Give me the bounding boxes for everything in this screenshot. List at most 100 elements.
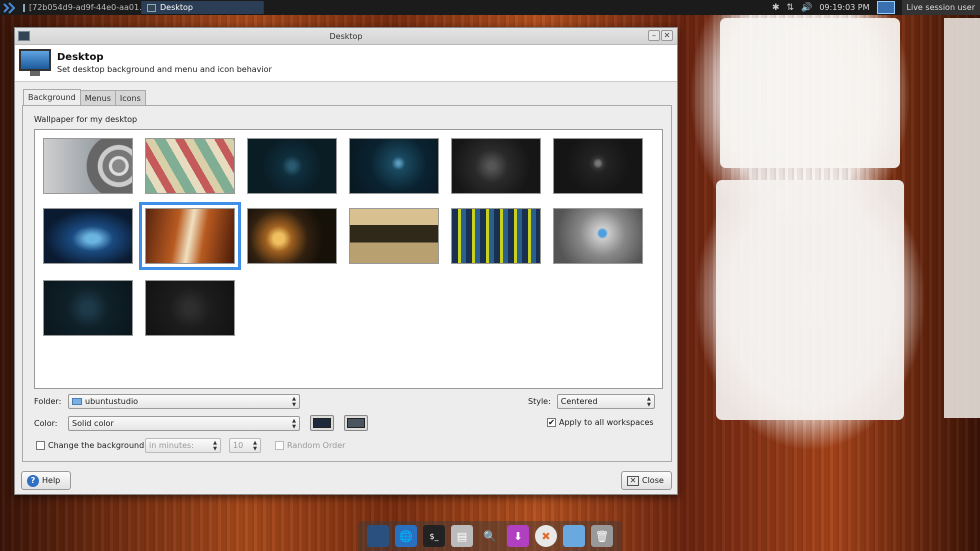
wallpaper-preview-image <box>44 281 132 335</box>
folder-select[interactable]: ubuntustudio ▲ ▼ <box>68 394 300 409</box>
bluetooth-icon[interactable]: ✱ <box>772 3 780 13</box>
wallpaper-preview-image <box>44 209 132 263</box>
wallpaper-preview-image <box>452 209 540 263</box>
wallpaper-thumbnail[interactable] <box>139 202 241 270</box>
tab-background[interactable]: Background <box>23 89 81 105</box>
wallpaper-preview-image <box>452 139 540 193</box>
color-2-swatch <box>347 418 365 428</box>
wallpaper-thumbnail[interactable] <box>43 280 133 336</box>
interval-spinbox[interactable]: 10 ▲ ▼ <box>229 438 261 453</box>
wallpaper-thumbnail[interactable] <box>349 208 439 264</box>
wallpaper-thumbnail[interactable] <box>145 280 235 336</box>
dock-trash-icon[interactable]: 🗑 <box>591 525 613 547</box>
wallpaper-preview-image <box>146 139 234 193</box>
random-order-label: Random Order <box>287 441 346 450</box>
volume-icon[interactable]: 🔊 <box>801 3 812 13</box>
wallpaper-thumbnail[interactable] <box>43 138 133 194</box>
change-background-label: Change the background <box>48 441 145 450</box>
network-icon[interactable]: ⇅ <box>787 3 795 13</box>
wallpaper-thumbnail[interactable] <box>43 208 133 264</box>
interval-value: 10 <box>233 441 244 450</box>
apply-all-workspaces-label: Apply to all workspaces <box>559 418 654 427</box>
help-icon: ? <box>27 474 39 487</box>
wallpaper-section-label: Wallpaper for my desktop <box>34 115 138 124</box>
show-desktop-button[interactable] <box>876 1 895 14</box>
dock-folder-icon[interactable] <box>563 525 585 547</box>
close-window-button[interactable]: ✕ <box>661 30 673 41</box>
tab-bar: Background Menus Icons <box>23 89 146 105</box>
taskbar-item-terminal[interactable]: [72b054d9-ad9f-44e0-aa01... <box>18 1 142 14</box>
wallpaper-thumbnail[interactable] <box>451 208 541 264</box>
wallpaper-preview-image <box>146 281 234 335</box>
tab-icons[interactable]: Icons <box>114 90 146 105</box>
random-order-checkbox[interactable] <box>275 441 284 450</box>
close-button-label: Close <box>642 476 664 485</box>
tab-menus[interactable]: Menus <box>79 90 116 105</box>
change-background-checkbox[interactable] <box>36 441 45 450</box>
dock-settings-manager-icon[interactable]: ▤ <box>451 525 473 547</box>
background-window-light <box>944 18 980 418</box>
color-style-value: Solid color <box>72 418 114 428</box>
wallpaper-preview-image <box>350 209 438 263</box>
folder-label: Folder: <box>34 397 62 406</box>
wallpaper-preview-image <box>248 209 336 263</box>
window-app-icon[interactable] <box>18 31 30 41</box>
apply-all-workspaces-checkbox[interactable]: ✔ <box>547 418 556 427</box>
dock: 🌐 $_ ▤ 🔍 ⬇ ✖ 🗑 <box>358 521 622 551</box>
interval-unit-select[interactable]: in minutes: ▲ ▼ <box>145 438 221 453</box>
interval-unit-value: in minutes: <box>149 441 194 450</box>
wallpaper-thumbnail[interactable] <box>349 138 439 194</box>
wallpaper-thumbnail[interactable] <box>145 138 235 194</box>
close-button[interactable]: ✕ Close <box>621 471 672 490</box>
style-value: Centered <box>560 397 598 406</box>
minimize-button[interactable]: – <box>648 30 660 41</box>
taskbar-item-label: [72b054d9-ad9f-44e0-aa01... <box>29 3 142 12</box>
wallpaper-preview-image <box>44 139 132 193</box>
top-panel: [72b054d9-ad9f-44e0-aa01... Desktop ✱ ⇅ … <box>0 0 980 15</box>
dock-disc-icon[interactable]: ✖ <box>535 525 557 547</box>
wallpaper-thumbnail[interactable] <box>247 138 337 194</box>
help-button-label: Help <box>42 476 61 485</box>
color-1-button[interactable] <box>310 415 334 431</box>
window-titlebar[interactable]: Desktop – ✕ <box>15 28 677 45</box>
dock-download-icon[interactable]: ⬇ <box>507 525 529 547</box>
wallpaper-preview-image <box>350 139 438 193</box>
wallpaper-preview-image <box>248 139 336 193</box>
wallpaper-thumbnail[interactable] <box>247 208 337 264</box>
color-2-button[interactable] <box>344 415 368 431</box>
help-button[interactable]: ? Help <box>21 471 71 490</box>
clock[interactable]: 09:19:03 PM <box>819 3 869 12</box>
taskbar-item-desktop[interactable]: Desktop <box>142 1 264 14</box>
wallpaper-preview-image <box>554 209 642 263</box>
background-tab-panel: Wallpaper for my desktop Folder: ubuntus… <box>22 105 672 462</box>
dock-globe-icon[interactable]: 🌐 <box>395 525 417 547</box>
spinner-arrows-icon: ▲ ▼ <box>292 396 296 408</box>
style-select[interactable]: Centered ▲ ▼ <box>556 394 655 409</box>
wallpaper-preview-image <box>554 139 642 193</box>
user-menu[interactable]: Live session user <box>901 0 980 15</box>
dialog-header: Desktop Set desktop background and menu … <box>15 45 677 82</box>
wallpaper-thumbnail[interactable] <box>451 138 541 194</box>
background-window-light <box>716 180 904 420</box>
applications-menu-button[interactable] <box>0 0 18 15</box>
spinner-arrows-icon: ▲ ▼ <box>253 440 257 452</box>
background-window-light <box>720 18 900 168</box>
style-label: Style: <box>528 397 551 406</box>
wallpaper-grid <box>34 129 663 389</box>
xubuntu-logo-icon <box>3 1 15 14</box>
color-style-select[interactable]: Solid color ▲ ▼ <box>68 415 300 431</box>
taskbar-item-label: Desktop <box>160 3 193 12</box>
wallpaper-thumbnail[interactable] <box>553 138 643 194</box>
header-subtitle: Set desktop background and menu and icon… <box>57 65 272 74</box>
dock-desktop-icon[interactable] <box>367 525 389 547</box>
dock-magnifier-icon[interactable]: 🔍 <box>479 525 501 547</box>
spinner-arrows-icon: ▲ ▼ <box>213 440 217 452</box>
wallpaper-thumbnail[interactable] <box>553 208 643 264</box>
dock-terminal-icon[interactable]: $_ <box>423 525 445 547</box>
window-title: Desktop <box>329 31 363 41</box>
spinner-arrows-icon: ▲ ▼ <box>292 417 296 430</box>
desktop-icon <box>147 3 156 12</box>
spinner-arrows-icon: ▲ ▼ <box>646 396 651 408</box>
wallpaper-preview-image <box>146 209 234 263</box>
close-icon: ✕ <box>627 475 639 486</box>
